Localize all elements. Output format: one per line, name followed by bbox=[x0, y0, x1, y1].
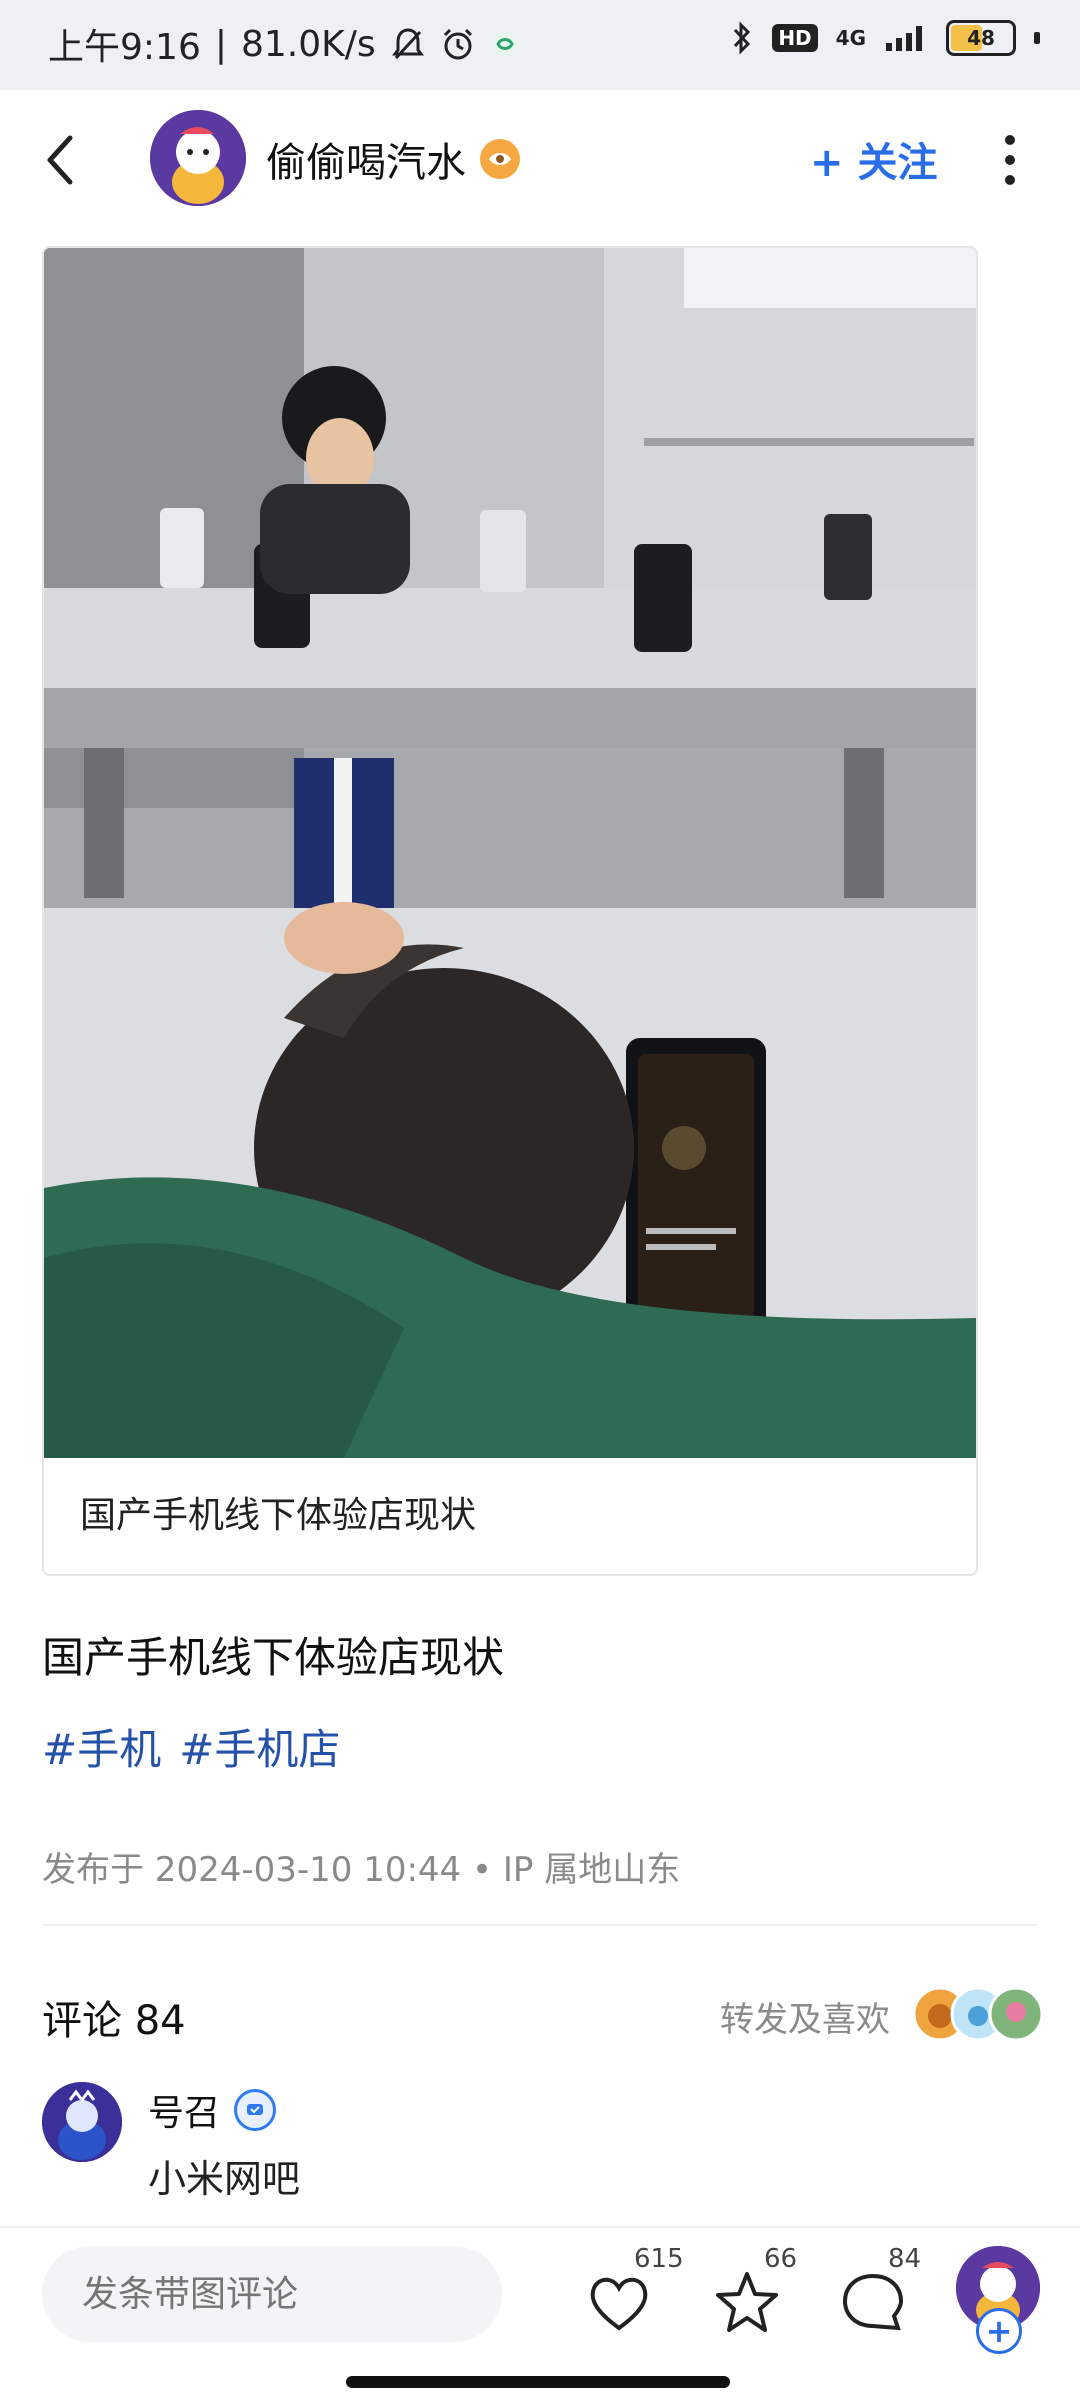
commenter-name[interactable]: 号召 bbox=[148, 2084, 220, 2136]
comment-button[interactable]: 84 bbox=[838, 2244, 921, 2338]
comment-count: 84 bbox=[888, 2244, 922, 2274]
author-avatar[interactable] bbox=[150, 110, 246, 206]
status-speed: 81.0K/s bbox=[240, 23, 376, 65]
carrier-icon bbox=[492, 32, 517, 56]
post-image-card[interactable]: 国产手机线下体验店现状 bbox=[42, 246, 978, 1576]
like-count: 615 bbox=[634, 2244, 684, 2274]
author-name[interactable]: 偷偷喝汽水 bbox=[266, 130, 466, 188]
more-options-icon[interactable] bbox=[1000, 132, 1020, 188]
network-type: 4G bbox=[835, 26, 866, 50]
home-indicator[interactable] bbox=[346, 2376, 730, 2388]
tag-phone-store[interactable]: #手机店 bbox=[179, 1716, 340, 1777]
follow-button[interactable]: + 关注 bbox=[810, 130, 937, 188]
star-icon bbox=[716, 2272, 778, 2332]
signal-icon bbox=[886, 26, 922, 51]
share-likes-link[interactable]: 转发及喜欢 bbox=[720, 1992, 890, 2041]
verified-badge-icon bbox=[234, 2089, 277, 2131]
commenter-avatar[interactable] bbox=[42, 2082, 122, 2162]
tag-phone[interactable]: #手机 bbox=[42, 1716, 161, 1777]
alarm-icon bbox=[443, 28, 472, 60]
back-arrow-icon[interactable] bbox=[40, 130, 80, 190]
comment-bubble-icon bbox=[842, 2273, 904, 2331]
heart-icon bbox=[590, 2277, 648, 2331]
image-caption: 国产手机线下体验店现状 bbox=[80, 1495, 477, 1536]
comments-title[interactable]: 评论 84 bbox=[42, 1988, 186, 2046]
add-post-plus-icon[interactable]: + bbox=[976, 2308, 1022, 2354]
favorite-button[interactable]: 66 bbox=[712, 2244, 797, 2338]
like-button[interactable]: 615 bbox=[584, 2244, 684, 2338]
status-time: 上午9:16 bbox=[48, 27, 201, 68]
status-left: 上午9:16 | 81.0K/s bbox=[48, 18, 520, 70]
comment-text: 小米网吧 bbox=[148, 2157, 301, 2201]
commenter-name-row[interactable]: 号召 bbox=[148, 2084, 277, 2136]
post-photo[interactable] bbox=[44, 248, 976, 1458]
battery-level: 48 bbox=[967, 26, 995, 50]
comment-input[interactable] bbox=[42, 2246, 502, 2342]
status-right: HD 4G 48 bbox=[730, 20, 1040, 56]
section-divider bbox=[42, 1924, 1038, 1926]
eye-badge-icon bbox=[480, 139, 520, 179]
post-meta: 发布于 2024-03-10 10:44 • IP 属地山东 bbox=[42, 1850, 681, 1890]
author-name-row[interactable]: 偷偷喝汽水 bbox=[266, 130, 520, 188]
star-count: 66 bbox=[764, 2244, 798, 2274]
liker-avatars[interactable] bbox=[910, 1984, 1046, 2044]
status-separator: | bbox=[214, 23, 227, 65]
bluetooth-icon bbox=[734, 21, 751, 55]
hd-badge: HD bbox=[772, 24, 818, 52]
post-tags: #手机 #手机店 bbox=[42, 1716, 340, 1777]
battery-indicator: 48 bbox=[946, 20, 1016, 56]
battery-tip bbox=[1034, 32, 1040, 44]
bell-muted-icon bbox=[391, 28, 424, 60]
post-title: 国产手机线下体验店现状 bbox=[42, 1633, 505, 1682]
